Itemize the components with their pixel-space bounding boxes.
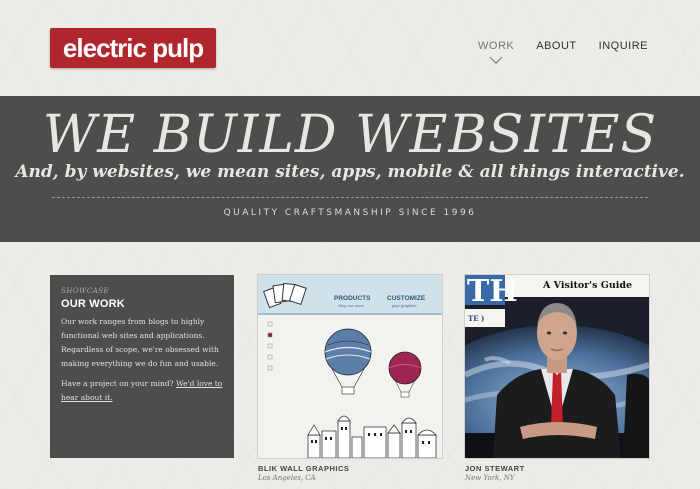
- cta-text: Have a project on your mind?: [61, 379, 174, 388]
- hero-banner: WE BUILD WEBSITES And, by websites, we m…: [0, 96, 700, 242]
- nav-work[interactable]: WORK: [478, 40, 515, 64]
- masthead-letters: TH: [467, 275, 518, 309]
- chevron-down-icon: [489, 51, 503, 64]
- hero-tagline: QUALITY CRAFTSMANSHIP SINCE 1996: [223, 208, 477, 218]
- visitors-guide-headline: A Visitor's Guide: [542, 280, 632, 291]
- jon-stewart-screenshot: TH A Visitor's Guide TE ): [465, 275, 649, 458]
- blik-screenshot: PRODUCTS shop our store CUSTOMIZE your g…: [258, 275, 442, 458]
- nav-work-label: WORK: [478, 40, 515, 52]
- project-thumbnail-blik[interactable]: PRODUCTS shop our store CUSTOMIZE your g…: [258, 275, 442, 458]
- project-thumbnail-jon-stewart[interactable]: TH A Visitor's Guide TE ): [465, 275, 649, 458]
- blik-nav-products: PRODUCTS: [334, 295, 371, 302]
- side-tag: TE ): [468, 314, 484, 323]
- logo-text: electric pulp: [62, 32, 204, 63]
- showcase-eyebrow: SHOWCASE: [61, 287, 110, 295]
- nav-about[interactable]: ABOUT: [536, 40, 576, 52]
- our-work-cta: Have a project on your mind? We'd love t…: [61, 377, 223, 405]
- project-caption-blik: BLIK WALL GRAPHICS Los Angeles, CA: [258, 464, 349, 482]
- blik-nav-customize-sub: your graphics: [391, 304, 417, 308]
- nav-about-label: ABOUT: [536, 40, 577, 52]
- nav-inquire-label: INQUIRE: [598, 40, 648, 52]
- logo[interactable]: electric pulp: [50, 28, 216, 68]
- hero-title: WE BUILD WEBSITES: [42, 105, 658, 165]
- our-work-description: Our work ranges from blogs to highly fun…: [61, 317, 219, 368]
- project-caption-jon-stewart: JON STEWART New York, NY: [465, 464, 525, 482]
- nav-inquire[interactable]: INQUIRE: [599, 40, 648, 52]
- hero-subtitle: And, by websites, we mean sites, apps, m…: [15, 162, 685, 182]
- hero-divider: [52, 197, 648, 198]
- main-nav: WORK ABOUT INQUIRE: [478, 40, 648, 64]
- project-location-jon-stewart: New York, NY: [465, 474, 515, 482]
- blik-nav-customize: CUSTOMIZE: [387, 295, 426, 302]
- our-work-body: Our work ranges from blogs to highly fun…: [61, 315, 223, 405]
- our-work-title: OUR WORK: [61, 298, 125, 310]
- project-location-blik: Los Angeles, CA: [258, 474, 316, 482]
- blik-nav-products-sub: shop our store: [338, 304, 364, 308]
- project-title-blik[interactable]: BLIK WALL GRAPHICS: [258, 464, 349, 473]
- project-title-jon-stewart[interactable]: JON STEWART: [465, 464, 525, 473]
- our-work-card: SHOWCASE OUR WORK Our work ranges from b…: [50, 275, 234, 458]
